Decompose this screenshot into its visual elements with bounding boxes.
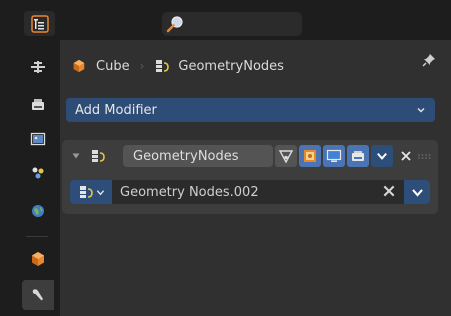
tab-tool[interactable]	[22, 52, 54, 82]
node-group-selector: Geometry Nodes.002	[70, 180, 430, 204]
tab-output[interactable]	[22, 124, 54, 154]
editor-type-button[interactable]	[24, 11, 55, 36]
world-icon	[32, 205, 44, 217]
breadcrumb: Cube › GeometryNodes	[60, 46, 451, 86]
modifier-name-text: GeometryNodes	[133, 148, 239, 164]
viewport-toggle[interactable]	[323, 145, 345, 167]
pin-button[interactable]	[421, 52, 437, 72]
tab-divider	[26, 236, 48, 237]
modifier-menu-button[interactable]	[371, 145, 393, 167]
properties-tabs	[14, 40, 60, 316]
chevron-down-icon	[417, 108, 425, 113]
unlink-node-group-button[interactable]	[382, 184, 396, 202]
drag-handle-icon[interactable]	[418, 154, 432, 160]
modifier-header: GeometryNodes	[62, 140, 438, 172]
geometry-nodes-icon	[79, 186, 93, 198]
node-group-name: Geometry Nodes.002	[120, 184, 259, 200]
tab-render[interactable]	[22, 90, 54, 120]
output-icon	[30, 132, 46, 146]
add-modifier-dropdown[interactable]: Add Modifier	[66, 98, 435, 122]
node-group-browse-button[interactable]	[70, 180, 112, 204]
close-icon	[383, 185, 395, 197]
edit-mode-toggle[interactable]	[275, 145, 297, 167]
view-layer-icon	[32, 167, 44, 179]
node-group-name-field[interactable]: Geometry Nodes.002	[120, 180, 259, 204]
collapse-triangle-icon[interactable]	[72, 152, 80, 160]
chevron-down-icon	[96, 189, 104, 195]
chevron-down-icon	[377, 152, 387, 160]
tab-modifiers[interactable]	[22, 280, 54, 310]
monitor-icon	[326, 149, 342, 162]
tab-world[interactable]	[22, 196, 54, 226]
pin-icon	[422, 54, 435, 67]
header-bar	[0, 0, 451, 36]
edit-mode-icon	[278, 150, 294, 164]
node-group-menu-button[interactable]	[404, 180, 430, 204]
search-input[interactable]	[162, 12, 302, 36]
camera-icon	[352, 151, 364, 161]
breadcrumb-object: Cube	[96, 58, 130, 74]
object-icon	[32, 252, 44, 266]
tab-view-layer[interactable]	[22, 158, 54, 188]
add-modifier-label: Add Modifier	[75, 102, 157, 118]
on-cage-icon	[304, 150, 316, 162]
object-icon	[73, 59, 85, 73]
modifier-panel: GeometryNodes Geometry Nodes.002	[62, 140, 438, 214]
modifier-name-field[interactable]: GeometryNodes	[123, 145, 273, 167]
remove-modifier-button[interactable]	[395, 145, 417, 167]
properties-editor-icon	[30, 14, 49, 33]
properties-panel: Cube › GeometryNodes Add Modifier Geomet…	[60, 40, 451, 316]
geometry-nodes-icon	[156, 60, 170, 72]
tab-object[interactable]	[22, 244, 54, 274]
breadcrumb-separator-icon: ›	[139, 59, 145, 73]
render-icon	[32, 99, 44, 110]
search-icon	[166, 16, 183, 33]
cage-toggle[interactable]	[299, 145, 321, 167]
close-icon	[401, 151, 411, 161]
tool-icon	[31, 61, 45, 73]
wrench-icon	[32, 289, 43, 301]
breadcrumb-modifier: GeometryNodes	[178, 58, 284, 74]
chevron-down-icon	[411, 188, 423, 197]
geometry-nodes-icon	[92, 150, 105, 162]
render-toggle[interactable]	[347, 145, 369, 167]
